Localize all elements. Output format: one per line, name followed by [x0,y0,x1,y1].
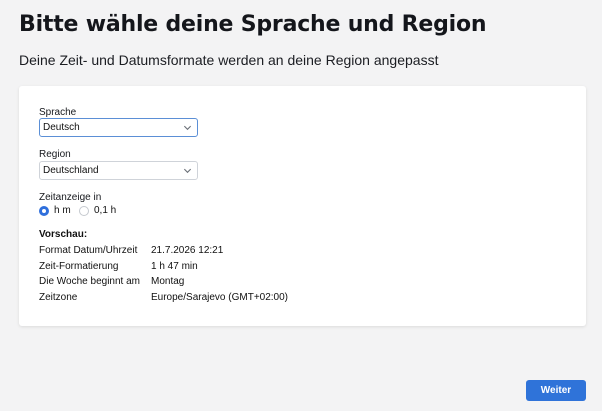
preview-value: 1 h 47 min [151,261,198,272]
language-label: Sprache [39,107,77,118]
region-label: Region [39,149,71,160]
time-display-radio-group: h m 0,1 h [39,205,159,219]
settings-card: Sprache Deutsch Region Deutschland Zeita… [19,86,586,326]
preview-value: Europe/Sarajevo (GMT+02:00) [151,292,289,303]
next-button[interactable]: Weiter [526,380,586,401]
language-select-value: Deutsch [43,122,80,133]
region-select[interactable]: Deutschland [39,161,198,180]
preview-row: Zeit-Formatierung 1 h 47 min [39,261,439,275]
radio-hm-label: h m [54,205,71,216]
region-select-value: Deutschland [43,165,99,176]
preview-value: Montag [151,276,185,287]
preview-key: Die Woche beginnt am [39,276,140,287]
preview-row: Zeitzone Europe/Sarajevo (GMT+02:00) [39,292,439,306]
radio-unselected-icon [79,205,89,216]
preview-key: Zeit-Formatierung [39,261,119,272]
preview-row: Die Woche beginnt am Montag [39,276,439,290]
preview-key: Zeitzone [39,292,78,303]
chevron-down-icon [183,125,192,131]
radio-decimal-label: 0,1 h [94,205,117,216]
radio-hm[interactable]: h m [39,205,71,216]
preview-value: 21.7.2026 12:21 [151,245,224,256]
page-subtitle: Deine Zeit- und Datumsformate werden an … [19,52,439,68]
preview-row: Format Datum/Uhrzeit 21.7.2026 12:21 [39,245,439,259]
chevron-down-icon [183,168,192,174]
radio-decimal[interactable]: 0,1 h [79,205,116,216]
radio-selected-icon [39,205,49,216]
language-select[interactable]: Deutsch [39,118,198,137]
page-title: Bitte wähle deine Sprache und Region [19,12,487,37]
preview-title: Vorschau: [39,229,88,240]
preview-key: Format Datum/Uhrzeit [39,245,138,256]
time-display-label: Zeitanzeige in [39,192,102,203]
